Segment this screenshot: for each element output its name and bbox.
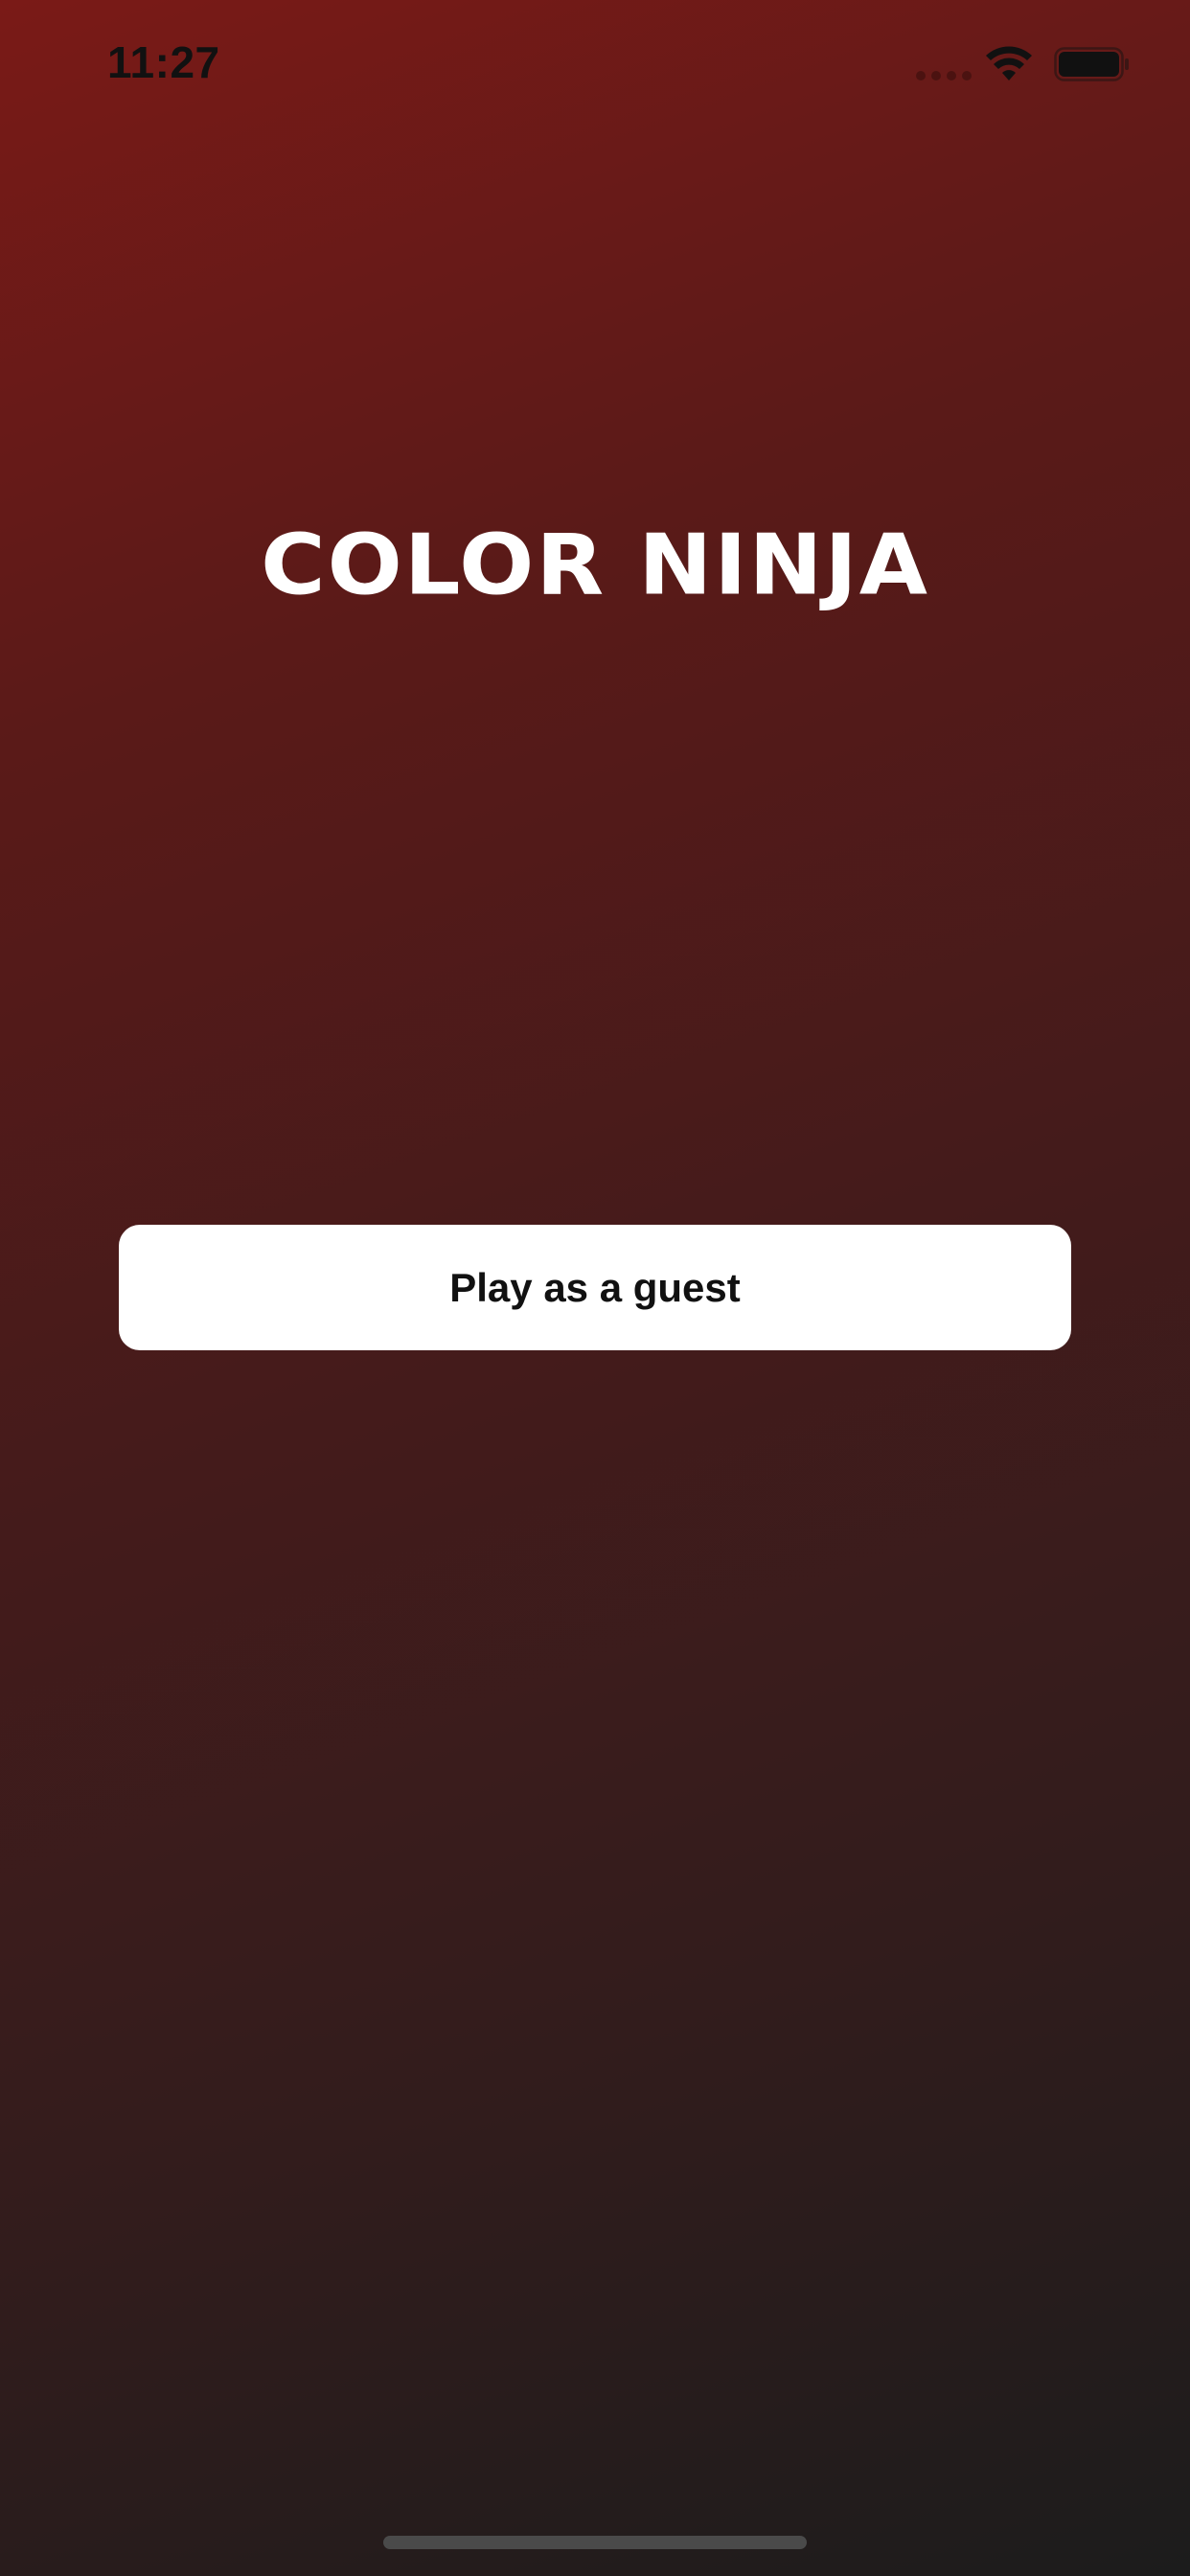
- play-as-guest-button[interactable]: Play as a guest: [119, 1225, 1071, 1350]
- home-indicator[interactable]: [383, 2536, 807, 2549]
- status-time: 11:27: [107, 37, 220, 87]
- wifi-icon: [986, 46, 1032, 80]
- cellular-signal-icon: [916, 71, 972, 82]
- play-as-guest-label: Play as a guest: [449, 1264, 741, 1310]
- app-title: COLOR NINJA: [261, 516, 929, 614]
- battery-icon: [1054, 47, 1129, 81]
- status-bar: 11:27: [0, 0, 1190, 125]
